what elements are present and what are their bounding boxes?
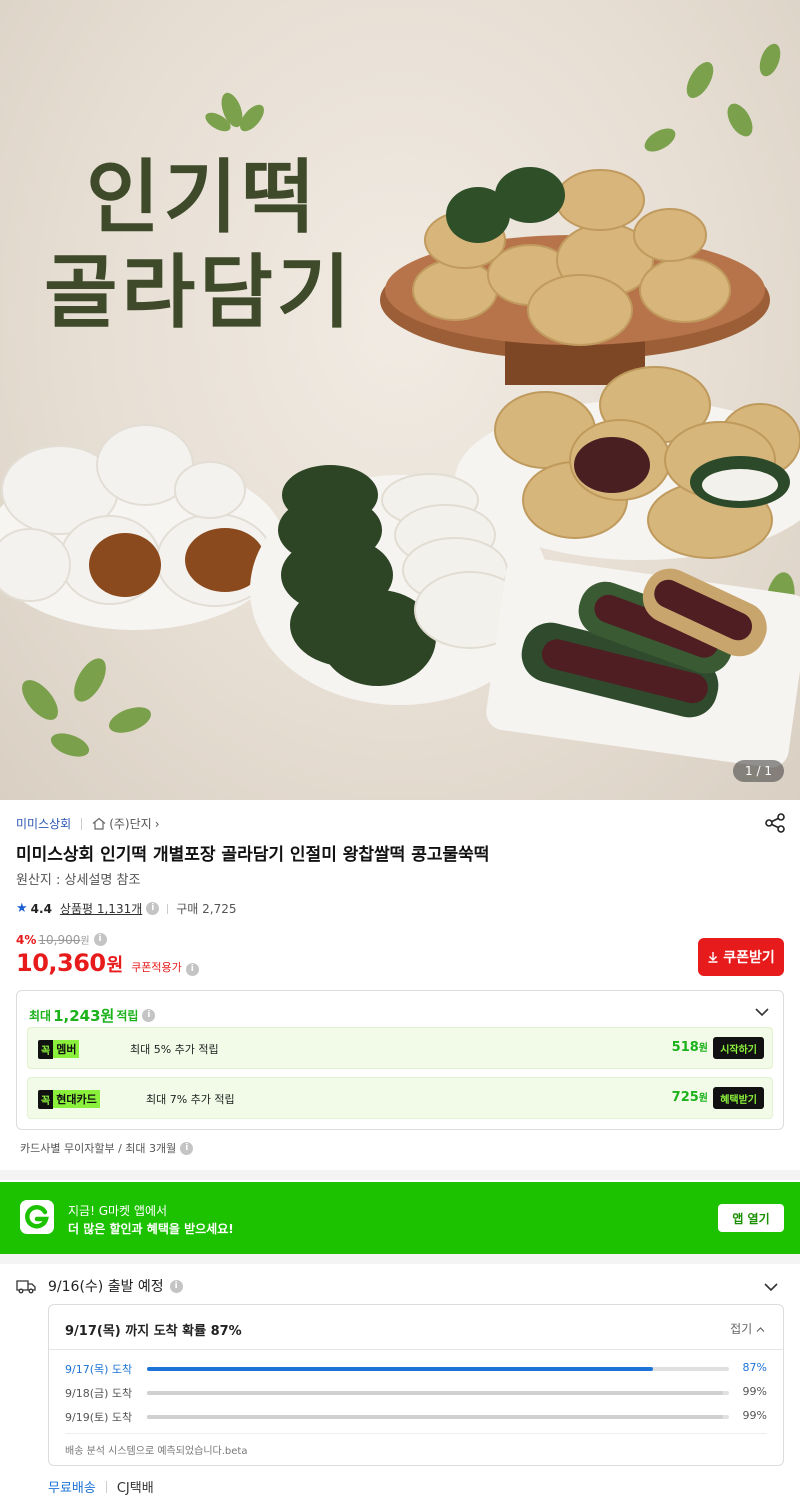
price-unit: 원: [106, 955, 124, 976]
truck-icon: [16, 1280, 36, 1294]
app-banner-line-1: 지금! G마켓 앱에서: [68, 1204, 168, 1218]
fold-label: 접기: [730, 1322, 753, 1336]
courier-name: CJ택배: [116, 1481, 154, 1496]
g-badge-icon: 꼭: [38, 1089, 54, 1109]
product-image[interactable]: 인기떡 골라담기 1 / 1: [0, 0, 800, 800]
member-badge: 꼭 멤버: [38, 1039, 80, 1059]
purchase-count: 구매 2,725: [176, 902, 237, 916]
probability-value: 87%: [742, 1361, 767, 1374]
original-price: 10,900: [38, 932, 81, 947]
coupon-button-label: 쿠폰받기: [723, 950, 775, 966]
home-icon: [92, 817, 106, 830]
info-icon[interactable]: i: [93, 933, 107, 946]
benefit-button[interactable]: 혜택받기: [713, 1087, 764, 1109]
rating-value: 4.4: [30, 901, 52, 916]
free-shipping-label: 무료배송: [48, 1481, 96, 1496]
divider: [81, 817, 83, 830]
product-title: 미미스상회 인기떡 개별포장 골라담기 인절미 왕찹쌀떡 콩고물쑥떡: [16, 845, 490, 865]
dispatch-row: 9/16(수) 출발 예정 i: [16, 1276, 183, 1296]
point-card-amount: 725원: [671, 1090, 708, 1105]
rating-row: ★ 4.4 상품평 1,131개 i 구매 2,725: [16, 900, 237, 917]
brand-name: (주)단지: [109, 817, 152, 831]
gmarket-logo-icon: [20, 1200, 54, 1234]
max-points-suffix: 적립: [116, 1009, 139, 1023]
chevron-down-icon[interactable]: [762, 1278, 780, 1296]
probability-value: 99%: [742, 1409, 767, 1422]
badge-label: 멤버: [53, 1040, 80, 1058]
probability-row: 9/18(금) 도착 99%: [65, 1385, 767, 1401]
prediction-note: 배송 분석 시스템으로 예측되었습니다.beta: [65, 1446, 248, 1457]
image-counter: 1 / 1: [733, 760, 784, 782]
probability-row: 9/19(토) 도착 99%: [65, 1409, 767, 1425]
divider: [49, 1349, 783, 1350]
section-divider: [0, 1170, 800, 1180]
probability-bar-fill: [147, 1391, 724, 1395]
probability-bar: [147, 1415, 729, 1419]
arrival-probability-title: 9/17(목) 까지 도착 확률 87%: [65, 1324, 242, 1339]
section-divider: [0, 1254, 800, 1264]
brand-link[interactable]: (주)단지 ›: [92, 815, 160, 832]
arrival-probability-box: 9/17(목) 까지 도착 확률 87% 접기 9/17(목) 도착 87% 9…: [48, 1304, 784, 1466]
hero-title-line-2: 골라담기: [44, 245, 355, 339]
installment-info: 카드사별 무이자할부 / 최대 3개월 i: [20, 1140, 194, 1156]
chevron-down-icon[interactable]: [753, 1003, 771, 1021]
product-illustration: [0, 43, 800, 768]
coupon-price-label: 쿠폰적용가: [131, 961, 182, 974]
seller-link[interactable]: 미미스상회: [16, 815, 71, 832]
open-app-button[interactable]: 앱 열기: [718, 1204, 784, 1232]
chevron-up-icon: [756, 1327, 765, 1332]
info-icon[interactable]: i: [185, 963, 199, 976]
probability-bar: [147, 1391, 729, 1395]
point-card-desc: 최대 7% 추가 적립: [146, 1093, 235, 1106]
share-icon[interactable]: [764, 812, 786, 834]
g-badge-icon: 꼭: [38, 1039, 54, 1059]
app-banner-line-2: 더 많은 할인과 혜택을 받으세요!: [68, 1222, 234, 1236]
max-points-amount: 1,243원: [53, 1007, 115, 1025]
probability-bar-fill: [147, 1415, 724, 1419]
point-card-hyundai: 꼭 현대카드 최대 7% 추가 적립 725원 혜택받기: [27, 1077, 773, 1119]
info-icon[interactable]: i: [169, 1279, 183, 1293]
max-points-prefix: 최대: [29, 1009, 52, 1023]
probability-date: 9/17(목) 도착: [65, 1363, 133, 1376]
info-icon[interactable]: i: [180, 1141, 194, 1155]
discount-rate: 4%: [16, 932, 37, 947]
app-banner[interactable]: 지금! G마켓 앱에서 더 많은 할인과 혜택을 받으세요! 앱 열기: [0, 1182, 800, 1254]
probability-row: 9/17(목) 도착 87%: [65, 1361, 767, 1377]
start-button[interactable]: 시작하기: [713, 1037, 764, 1059]
chevron-right-icon: ›: [154, 816, 160, 831]
probability-bar: [147, 1367, 729, 1371]
price-row: 10,360 원 쿠폰적용가 i: [16, 949, 199, 977]
divider: [105, 1480, 107, 1493]
points-box: 최대 1,243원 적립 i 꼭 멤버 최대 5% 추가 적립 518원 시작하…: [16, 990, 784, 1130]
divider: [167, 903, 169, 914]
origin-info: 원산지 : 상세설명 참조: [16, 873, 141, 888]
coupon-button[interactable]: 쿠폰받기: [698, 938, 784, 976]
badge-label: 현대카드: [53, 1090, 100, 1108]
review-link[interactable]: 상품평 1,131개: [60, 900, 142, 917]
sale-price: 10,360: [16, 949, 106, 977]
point-card-amount: 518원: [671, 1040, 708, 1055]
probability-date: 9/18(금) 도착: [65, 1387, 133, 1400]
dispatch-date: 9/16(수) 출발 예정: [48, 1279, 164, 1295]
hero-title: 인기떡 골라담기: [44, 150, 354, 340]
probability-value: 99%: [742, 1385, 767, 1398]
point-card-member: 꼭 멤버 최대 5% 추가 적립 518원 시작하기: [27, 1027, 773, 1069]
download-icon: [708, 952, 718, 963]
hyundai-badge: 꼭 현대카드: [38, 1089, 100, 1109]
info-icon[interactable]: i: [142, 1009, 156, 1022]
hero-title-line-1: 인기떡: [86, 150, 319, 244]
point-card-desc: 최대 5% 추가 적립: [130, 1043, 219, 1056]
probability-bar-fill: [147, 1367, 654, 1371]
probability-date: 9/19(토) 도착: [65, 1411, 133, 1424]
fold-button[interactable]: 접기: [730, 1320, 765, 1337]
star-icon: ★: [16, 901, 28, 916]
original-price-row: 4% 10,900 원 i: [16, 932, 107, 947]
divider: [65, 1433, 767, 1434]
max-points: 최대 1,243원 적립 i: [29, 1005, 156, 1026]
seller-row: 미미스상회 (주)단지 ›: [16, 815, 160, 832]
original-price-unit: 원: [80, 936, 90, 947]
delivery-row: 무료배송 CJ택배: [48, 1477, 154, 1496]
installment-text: 카드사별 무이자할부 / 최대 3개월: [20, 1142, 177, 1155]
info-icon[interactable]: i: [146, 902, 160, 915]
